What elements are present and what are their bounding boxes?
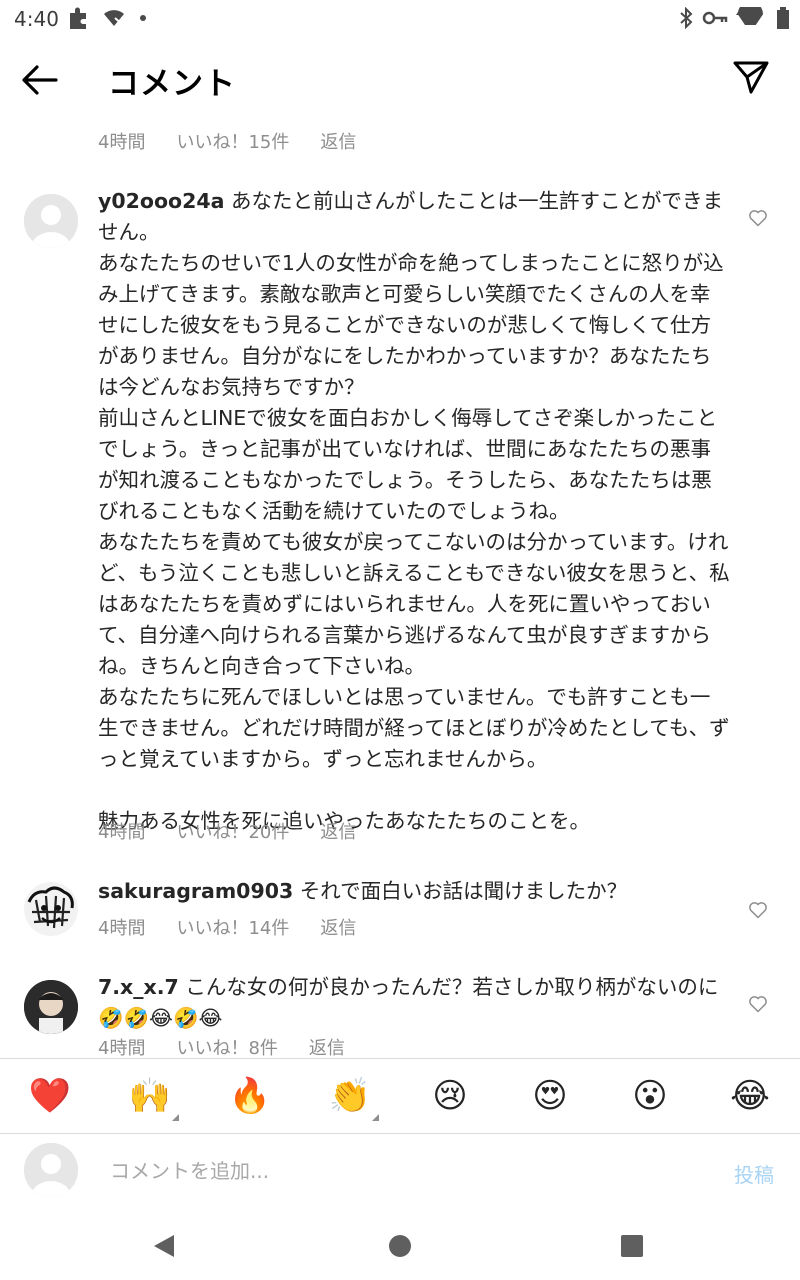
comment-likes[interactable]: いいね！14件 [176,914,289,940]
comment-likes[interactable]: いいね！20件 [176,818,289,844]
battery-icon [777,7,789,29]
status-right-icons [678,6,790,30]
avatar[interactable] [24,980,78,1034]
comments-list[interactable]: 4時間 いいね！15件 返信 y02ooo24a あなたと前山さんがしたことは一… [0,124,800,1058]
default-avatar-icon [24,194,78,248]
comment-likes[interactable]: いいね！8件 [176,1034,277,1058]
comment-likes[interactable]: いいね！15件 [176,128,289,154]
reply-button[interactable]: 返信 [320,914,356,940]
user-avatar [24,1143,78,1197]
wifi-icon [104,10,125,27]
reaction-clapping[interactable]: 👏 [327,1073,379,1121]
key-icon [702,11,728,25]
avatar[interactable] [24,194,78,248]
like-heart-icon[interactable] [748,208,768,228]
reaction-raising-hands[interactable]: 🙌 [127,1073,179,1121]
header: コメント [0,38,800,124]
comment-body: y02ooo24a あなたと前山さんがしたことは一生許すことができません。 あな… [98,186,730,837]
comment-time: 4時間 [98,132,146,153]
comment-input[interactable] [108,1153,692,1189]
skin-tone-indicator [172,1114,179,1121]
reaction-crying[interactable]: 😢 [427,1073,473,1119]
recents-square-icon[interactable] [617,1231,647,1261]
back-button[interactable] [20,62,64,102]
comment-body: 7.x_x.7 こんな女の何が良かったんだ？若さしか取り柄がないのに🤣🤣😂🤣😂 [98,972,730,1034]
comment-text: こんな女の何が良かったんだ？若さしか取り柄がないのに🤣🤣😂🤣😂 [98,975,719,1030]
reaction-fire[interactable]: 🔥 [227,1073,273,1119]
default-avatar-icon [24,1143,78,1197]
comment-text: それで面白いお話は聞けましたか？ [293,879,628,903]
reaction-surprised[interactable]: 😮 [627,1073,673,1119]
dot-icon [140,15,146,21]
comment-meta-row: 4時間 いいね！14件 返信 [98,914,356,940]
share-button[interactable] [732,58,772,98]
status-left-icons [68,6,148,30]
photo-avatar-icon [24,980,78,1034]
comment-username[interactable]: y02ooo24a [98,189,225,213]
comment-time: 4時間 [98,1038,146,1058]
comment-meta-row: 4時間 いいね！15件 返信 [98,128,356,154]
bluetooth-icon [680,7,693,29]
status-bar: 4:40 [0,0,800,38]
reaction-heart[interactable]: ❤️ [27,1073,73,1119]
comment-username[interactable]: 7.x_x.7 [98,975,179,999]
paper-plane-icon [733,61,769,94]
arrow-left-icon [22,65,58,95]
reaction-laughing[interactable]: 😂 [727,1073,773,1119]
comment-username[interactable]: sakuragram0903 [98,879,293,903]
puzzle-icon [70,7,86,29]
signal-icon [736,7,764,26]
emoji-reaction-bar: ❤️ 🙌 🔥 👏 😢 😍 😮 😂 [0,1058,800,1134]
comment-item: y02ooo24a あなたと前山さんがしたことは一生許すことができません。 あな… [0,189,800,840]
like-heart-icon[interactable] [748,900,768,920]
sketch-avatar-icon [24,882,78,936]
reply-button[interactable]: 返信 [320,128,356,154]
reply-button[interactable]: 返信 [309,1034,345,1058]
comment-time: 4時間 [98,918,146,939]
comment-text: あなたと前山さんがしたことは一生許すことができません。 あなたたちのせいで1人の… [98,189,730,833]
comment-meta-row: 4時間 いいね！8件 返信 [98,1034,345,1058]
comment-meta-row: 4時間 いいね！20件 返信 [98,818,356,844]
status-time: 4:40 [14,7,59,31]
comment-time: 4時間 [98,822,146,843]
system-nav-bar [0,1217,800,1280]
back-triangle-icon[interactable] [150,1231,180,1261]
home-circle-icon[interactable] [385,1231,415,1261]
post-button[interactable]: 投稿 [734,1159,774,1188]
like-heart-icon[interactable] [748,994,768,1014]
clapping-emoji: 👏 [328,1076,372,1116]
reply-button[interactable]: 返信 [320,818,356,844]
raising-hands-emoji: 🙌 [128,1076,172,1116]
skin-tone-indicator [372,1114,379,1121]
comment-body: sakuragram0903 それで面白いお話は聞けましたか？ [98,876,730,907]
avatar[interactable] [24,882,78,936]
comment-input-bar: 投稿 [0,1133,800,1217]
reaction-heart-eyes[interactable]: 😍 [527,1073,573,1119]
page-title: コメント [108,66,236,102]
